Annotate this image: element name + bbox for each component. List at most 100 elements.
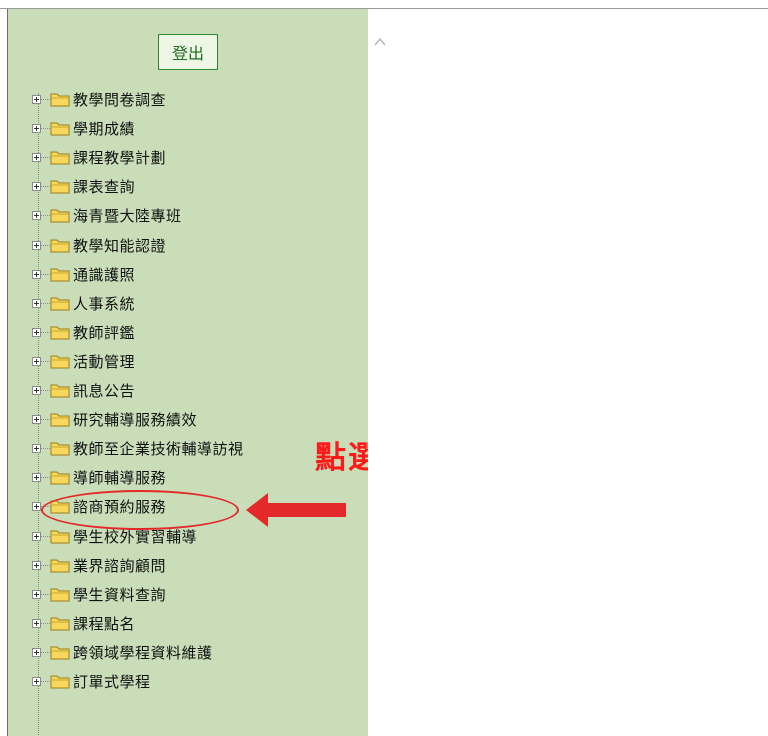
sidebar-scrollbar[interactable] bbox=[368, 9, 392, 736]
plus-box-icon[interactable] bbox=[32, 618, 41, 628]
tree-item-label: 教師評鑑 bbox=[73, 323, 136, 342]
folder-icon bbox=[50, 209, 70, 223]
logout-button[interactable]: 登出 bbox=[158, 34, 218, 70]
tree-item[interactable]: 課程點名 bbox=[32, 612, 135, 634]
plus-box-icon[interactable] bbox=[32, 647, 41, 657]
tree-item[interactable]: 課表查詢 bbox=[32, 175, 135, 197]
plus-box-icon[interactable] bbox=[32, 501, 41, 511]
folder-icon bbox=[50, 588, 70, 602]
tree-branch-line bbox=[41, 98, 50, 100]
sidebar-menu: 登出 教學問卷調查 學期成績課程教學計劃課表查詢海青暨大陸專班 教學知能認證通識護照… bbox=[8, 9, 368, 736]
folder-icon bbox=[50, 617, 70, 631]
tree-item[interactable]: 教師評鑑 bbox=[32, 321, 135, 343]
folder-icon bbox=[50, 239, 70, 253]
window-left-edge bbox=[0, 9, 8, 736]
tree-item[interactable]: 教師至企業技術輔導訪視 bbox=[32, 437, 244, 459]
tree-item[interactable]: 活動管理 bbox=[32, 350, 135, 372]
tree-item[interactable]: 海青暨大陸專班 bbox=[32, 204, 182, 226]
folder-icon bbox=[50, 384, 70, 398]
tree-branch-line bbox=[41, 593, 50, 595]
tree-item-label: 學生校外實習輔導 bbox=[73, 527, 198, 546]
tree-item-label: 教學知能認證 bbox=[73, 236, 167, 255]
tree-item[interactable]: 學生校外實習輔導 bbox=[32, 525, 197, 547]
plus-box-icon[interactable] bbox=[32, 356, 41, 366]
plus-box-icon[interactable] bbox=[32, 123, 41, 133]
plus-box-icon[interactable] bbox=[32, 560, 41, 570]
folder-icon bbox=[50, 530, 70, 544]
folder-icon bbox=[50, 559, 70, 573]
tree-item[interactable]: 跨領域學程資料維護 bbox=[32, 641, 213, 663]
tree-item-label: 學生資料查詢 bbox=[73, 585, 167, 604]
plus-box-icon[interactable] bbox=[32, 298, 41, 308]
tree-branch-line bbox=[41, 185, 50, 187]
folder-icon bbox=[50, 326, 70, 340]
tree-item-label: 人事系統 bbox=[73, 294, 136, 313]
tree-branch-line bbox=[41, 244, 50, 246]
tree-branch-line bbox=[41, 127, 50, 129]
tree-item-label: 海青暨大陸專班 bbox=[73, 206, 182, 225]
tree-item[interactable]: 學生資料查詢 bbox=[32, 583, 166, 605]
folder-icon bbox=[50, 442, 70, 456]
window-top-border bbox=[0, 0, 768, 9]
tree-item[interactable]: 通識護照 bbox=[32, 263, 135, 285]
folder-icon bbox=[50, 93, 70, 107]
plus-box-icon[interactable] bbox=[32, 181, 41, 191]
tree-item-label: 教學問卷調查 bbox=[73, 90, 167, 109]
chevron-up-icon[interactable] bbox=[374, 37, 386, 47]
folder-icon bbox=[50, 122, 70, 136]
plus-box-icon[interactable] bbox=[32, 589, 41, 599]
tree-item-label: 訂單式學程 bbox=[73, 672, 151, 691]
folder-icon bbox=[50, 151, 70, 165]
tree-branch-line bbox=[41, 564, 50, 566]
plus-box-icon[interactable] bbox=[32, 676, 41, 686]
tree-item-label: 教師至企業技術輔導訪視 bbox=[73, 439, 244, 458]
tree-item[interactable]: 課程教學計劃 bbox=[32, 146, 166, 168]
annotation-arrow-icon bbox=[246, 493, 346, 527]
plus-box-icon[interactable] bbox=[32, 443, 41, 453]
plus-box-icon[interactable] bbox=[32, 152, 41, 162]
tree-item-label: 研究輔導服務績效 bbox=[73, 410, 198, 429]
tree-item[interactable]: 訂單式學程 bbox=[32, 670, 151, 692]
plus-box-icon[interactable] bbox=[32, 94, 41, 104]
plus-box-icon[interactable] bbox=[32, 472, 41, 482]
tree-item-label: 活動管理 bbox=[73, 352, 136, 371]
plus-box-icon[interactable] bbox=[32, 269, 41, 279]
tree-branch-line bbox=[41, 651, 50, 653]
folder-icon bbox=[50, 646, 70, 660]
folder-icon bbox=[50, 180, 70, 194]
tree-branch-line bbox=[41, 389, 50, 391]
tree-item[interactable]: 導師輔導服務 bbox=[32, 466, 166, 488]
tree-item[interactable]: 業界諮詢顧問 bbox=[32, 554, 166, 576]
tree-item-label: 業界諮詢顧問 bbox=[73, 556, 167, 575]
folder-icon bbox=[50, 413, 70, 427]
tree-branch-line bbox=[41, 680, 50, 682]
plus-box-icon[interactable] bbox=[32, 327, 41, 337]
tree-branch-line bbox=[41, 156, 50, 158]
tree-branch-line bbox=[41, 214, 50, 216]
tree-item-label: 導師輔導服務 bbox=[73, 468, 167, 487]
tree-item[interactable]: 教學問卷調查 bbox=[32, 88, 166, 110]
folder-icon bbox=[50, 471, 70, 485]
plus-box-icon[interactable] bbox=[32, 210, 41, 220]
tree-branch-line bbox=[41, 273, 50, 275]
tree-branch-line bbox=[41, 418, 50, 420]
folder-icon bbox=[50, 268, 70, 282]
tree-item[interactable]: 諮商預約服務 bbox=[32, 495, 166, 517]
folder-icon bbox=[50, 297, 70, 311]
tree-item[interactable]: 訊息公告 bbox=[32, 379, 135, 401]
tree-item[interactable]: 學期成績 bbox=[32, 117, 135, 139]
tree-item-label: 學期成績 bbox=[73, 119, 136, 138]
tree-item[interactable]: 人事系統 bbox=[32, 292, 135, 314]
tree-branch-line bbox=[41, 622, 50, 624]
tree-item[interactable]: 教學知能認證 bbox=[32, 234, 166, 256]
tree-item-label: 跨領域學程資料維護 bbox=[73, 643, 213, 662]
tree-branch-line bbox=[41, 302, 50, 304]
tree-item-label: 課程教學計劃 bbox=[73, 148, 167, 167]
tree-item[interactable]: 研究輔導服務績效 bbox=[32, 408, 197, 430]
tree-branch-line bbox=[41, 535, 50, 537]
folder-icon bbox=[50, 500, 70, 514]
plus-box-icon[interactable] bbox=[32, 414, 41, 424]
plus-box-icon[interactable] bbox=[32, 240, 41, 250]
plus-box-icon[interactable] bbox=[32, 385, 41, 395]
plus-box-icon[interactable] bbox=[32, 531, 41, 541]
